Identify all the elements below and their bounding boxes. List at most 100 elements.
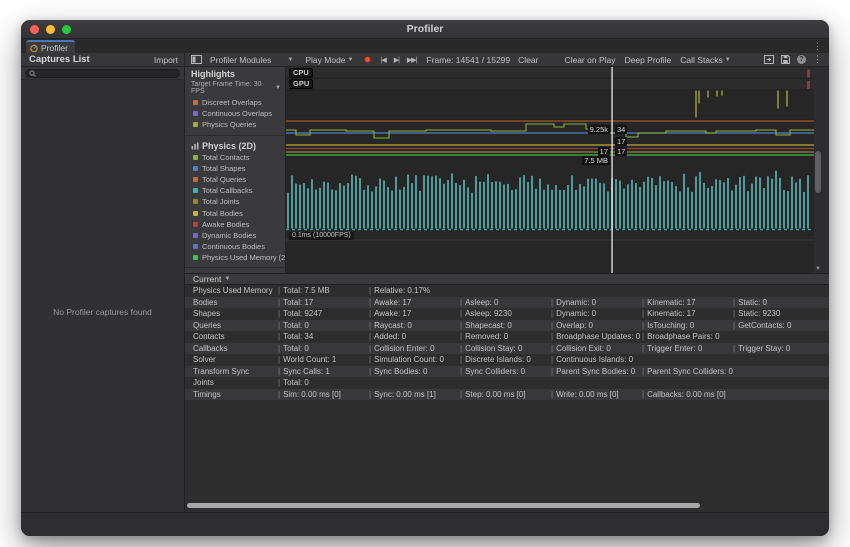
- clear-button[interactable]: Clear: [518, 55, 538, 65]
- import-button[interactable]: Import: [154, 55, 178, 65]
- ui-scale-label: 0.1ms (10000FPS): [289, 232, 354, 240]
- details-row-transform-sync: Transform Sync | Sync Calls: 1 | Sync Bodies…: [185, 365, 829, 377]
- module-divider: [185, 134, 285, 136]
- charts-vertical-scrollbar[interactable]: ▼: [814, 67, 822, 273]
- profiler-modules-dropdown[interactable]: Profiler Modules ▼: [210, 55, 293, 65]
- modules-panel-icon[interactable]: [191, 55, 202, 64]
- legend-color-chip: [193, 165, 198, 171]
- next-frame-button[interactable]: ▶|: [394, 56, 400, 64]
- legend-item-total-callbacks[interactable]: Total Callbacks: [185, 185, 285, 196]
- details-value: | Dynamic: 0: [551, 297, 597, 307]
- details-value: | GetContacts: 0: [733, 320, 792, 330]
- call-stacks-dropdown[interactable]: Call Stacks ▼: [680, 55, 730, 65]
- legend-item-total-joints[interactable]: Total Joints: [185, 196, 285, 207]
- clear-on-play-toggle[interactable]: Clear on Play: [564, 55, 615, 65]
- profiler-toolbar: Profiler Modules ▼ Play Mode ▼ |◀ ▶| ▶▶| F…: [185, 53, 829, 66]
- legend-item-continuous-overlaps[interactable]: Continuous Overlaps: [185, 108, 285, 119]
- details-row-label: Contacts: [193, 332, 225, 342]
- legend-item-physics-used-memory-2d-[interactable]: Physics Used Memory (2D): [185, 252, 285, 263]
- playhead-value-left: 17: [597, 147, 610, 156]
- details-row-physics-used-memory: Physics Used Memory | Total: 7.5 MB | Relati…: [185, 285, 829, 297]
- tab-profiler[interactable]: Profiler: [26, 40, 75, 53]
- details-row-joints: Joints | Total: 0: [185, 377, 829, 389]
- legend-item-continuous-bodies[interactable]: Continuous Bodies: [185, 241, 285, 252]
- details-row-label: Solver: [193, 355, 216, 365]
- legend-item-total-queries[interactable]: Total Queries: [185, 174, 285, 185]
- cpu-row-badge: CPU: [289, 67, 313, 78]
- legend-label: Physics Used Memory (2D): [202, 253, 286, 263]
- legend-color-chip: [193, 188, 198, 194]
- record-button[interactable]: [363, 56, 371, 63]
- profiler-chart[interactable]: CPU GPU 0.1ms (10000FPS) 9.25k 34 17 17 17 7.5 M…: [286, 67, 814, 273]
- legend-item-discreet-overlaps[interactable]: Discreet Overlaps: [185, 97, 285, 108]
- deep-profile-toggle[interactable]: Deep Profile: [624, 55, 671, 65]
- window-title: Profiler: [406, 23, 444, 35]
- last-frame-button[interactable]: ▶▶|: [407, 56, 418, 64]
- details-value: | Static: 0: [733, 297, 767, 307]
- details-row-label: Shapes: [193, 309, 221, 319]
- tab-label: Profiler: [41, 42, 68, 53]
- legend-color-chip: [193, 100, 198, 106]
- details-value: | Broadphase Pairs: 0: [642, 332, 720, 342]
- legend-label: Total Shapes: [202, 163, 246, 173]
- tab-strip: Profiler ⋮: [21, 39, 829, 53]
- chart-canvas: [286, 67, 814, 273]
- legend-item-total-bodies[interactable]: Total Bodies: [185, 208, 285, 219]
- legend-item-total-shapes[interactable]: Total Shapes: [185, 163, 285, 174]
- details-row-label: Transform Sync: [193, 366, 250, 376]
- details-value: | Total: 0: [278, 343, 309, 353]
- details-view-dropdown[interactable]: Current ▼: [185, 273, 829, 285]
- details-row-label: Timings: [193, 389, 221, 399]
- legend-item-awake-bodies[interactable]: Awake Bodies: [185, 219, 285, 230]
- details-value: | Shapecast: 0: [460, 320, 512, 330]
- legend-item-physics-queries[interactable]: Physics Queries: [185, 119, 285, 130]
- help-icon[interactable]: ?: [797, 55, 806, 64]
- details-value: | Broadphase Updates: 0: [551, 332, 641, 342]
- context-menu-icon[interactable]: ⋮: [813, 55, 822, 64]
- details-value: | Trigger Enter: 0: [642, 343, 703, 353]
- save-profile-icon[interactable]: [781, 55, 790, 64]
- module-highlights-header[interactable]: Highlights: [185, 67, 285, 80]
- legend-label: Continuous Overlaps: [202, 109, 273, 119]
- legend-label: Total Joints: [202, 197, 240, 207]
- captures-search-input[interactable]: [38, 69, 176, 77]
- details-value: | Parent Sync Colliders: 0: [642, 366, 733, 376]
- tab-context-menu-icon[interactable]: ⋮: [813, 41, 822, 51]
- details-value: | Write: 0.00 ms [0]: [551, 389, 619, 399]
- playhead-value-right: 34: [615, 124, 628, 134]
- scroll-down-arrow-icon[interactable]: ▼: [814, 266, 822, 272]
- frame-counter: Frame: 14541 / 15299: [426, 54, 511, 65]
- record-icon: [363, 56, 371, 63]
- details-value: | Sync Calls: 1: [278, 366, 330, 376]
- details-row-label: Callbacks: [193, 343, 228, 353]
- profiler-window: Profiler Profiler ⋮ Captures List Import…: [21, 20, 829, 536]
- target-frame-time-dropdown[interactable]: Target Frame Time: 30 FPS ▼: [185, 80, 285, 97]
- details-row-callbacks: Callbacks | Total: 0 | Collision Enter: 0 | Co…: [185, 342, 829, 354]
- captures-toolbar: Captures List Import: [21, 53, 185, 66]
- details-value: | Simulation Count: 0: [369, 355, 444, 365]
- physics2d-module-icon: [191, 142, 199, 150]
- details-value: | Sim: 0.00 ms [0]: [278, 389, 341, 399]
- details-value: | Parent Sync Bodies: 0: [551, 366, 636, 376]
- legend-item-dynamic-bodies[interactable]: Dynamic Bodies: [185, 230, 285, 241]
- legend-label: Continuous Bodies: [202, 242, 265, 252]
- details-table: Physics Used Memory | Total: 7.5 MB | Relati…: [185, 285, 829, 400]
- details-row-queries: Queries | Total: 0 | Raycast: 0 | Shapecast: 0…: [185, 319, 829, 331]
- details-value: | Continuous Islands: 0: [551, 355, 634, 365]
- window-bottom-strip: [21, 512, 829, 536]
- details-value: | Relative: 0.17%: [369, 286, 431, 296]
- details-value: | Discrete Islands: 0: [460, 355, 531, 365]
- playhead-value-right: 17: [615, 137, 628, 146]
- details-row-solver: Solver | World Count: 1 | Simulation Count: …: [185, 354, 829, 366]
- prev-frame-button[interactable]: |◀: [381, 56, 387, 64]
- scrollbar-thumb[interactable]: [815, 151, 821, 193]
- profiler-gauge-icon: [30, 44, 38, 52]
- legend-item-total-contacts[interactable]: Total Contacts: [185, 152, 285, 163]
- play-mode-dropdown[interactable]: Play Mode ▼: [305, 55, 353, 65]
- details-value: | Collision Enter: 0: [369, 343, 435, 353]
- module-physics2d-header[interactable]: Physics (2D): [185, 139, 285, 152]
- details-value: | Step: 0.00 ms [0]: [460, 389, 526, 399]
- details-value: | Sync Bodies: 0: [369, 366, 428, 376]
- load-profile-icon[interactable]: [764, 55, 774, 64]
- details-horizontal-scrollbar[interactable]: [187, 503, 700, 508]
